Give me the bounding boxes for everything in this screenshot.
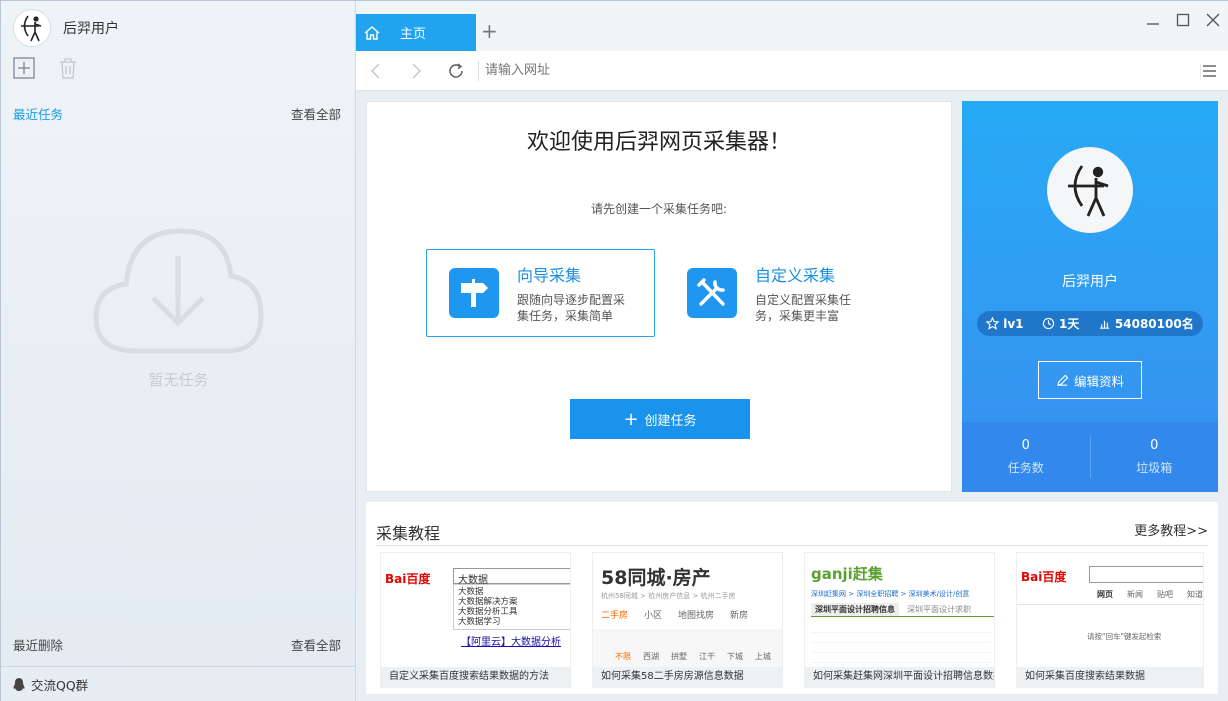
custom-collect-card[interactable]: 自定义采集 自定义配置采集任务，采集更丰富 <box>665 249 894 337</box>
tools-icon <box>687 268 737 318</box>
task-count-label: 任务数 <box>1007 461 1044 475</box>
close-icon[interactable] <box>1206 13 1220 27</box>
profile-footer: 0 任务数 0 垃圾箱 <box>962 422 1218 492</box>
cloud-download-icon <box>93 228 264 354</box>
plus-icon: + <box>623 408 639 430</box>
ganji-logo: ganji赶集 <box>811 565 883 583</box>
trash-count-cell[interactable]: 0 垃圾箱 <box>1091 422 1219 492</box>
tutorial-card[interactable]: ganji赶集 深圳赶集网 > 深圳全职招聘 > 深圳美术/设计/创意 深圳平面… <box>804 552 995 688</box>
profile-stats: lv1 1天 54080100名 <box>977 311 1203 336</box>
tutorial-caption: 如何采集百度搜索结果数据 <box>1017 667 1203 687</box>
welcome-title: 欢迎使用后羿网页采集器！ <box>526 130 791 155</box>
refresh-icon <box>449 62 463 78</box>
new-tab-button[interactable]: + <box>481 19 498 43</box>
baidu-logo: Bai百度 <box>1021 570 1067 584</box>
chevron-left-icon <box>370 62 380 79</box>
create-task-label: 创建任务 <box>644 413 697 429</box>
tutorial-caption: 自定义采集百度搜索结果数据的方法 <box>381 667 570 687</box>
empty-text: 暂无任务 <box>148 371 209 389</box>
tutorial-caption: 如何采集58二手房房源信息数据 <box>593 667 782 687</box>
tutorial-card[interactable]: Bai百度 大数据 大数据 大数据解决方案 大数据分析工具 大数据学习 【阿里云… <box>380 552 571 688</box>
main-area: 主页 + 欢迎使用后羿网页采集器！ <box>356 1 1228 701</box>
pencil-icon <box>1057 374 1069 386</box>
menu-icon[interactable] <box>1200 63 1216 79</box>
view-all-deleted-link[interactable]: 查看全部 <box>291 635 341 654</box>
rank-stat: 54080100名 <box>1098 315 1194 332</box>
recent-tasks-label: 最近任务 <box>13 107 64 122</box>
welcome-subtitle: 请先创建一个采集任务吧: <box>590 202 728 216</box>
url-input[interactable] <box>478 60 1168 81</box>
signpost-icon <box>449 268 499 318</box>
home-content: 欢迎使用后羿网页采集器！ 请先创建一个采集任务吧: 向导采集 跟随向导逐步配置采… <box>356 91 1228 701</box>
tab-bar: 主页 + <box>356 1 1228 51</box>
home-icon <box>364 25 380 40</box>
profile-panel: 后羿用户 lv1 1天 54080100名 编辑资料 0 任务数 0 垃圾箱 <box>962 101 1218 492</box>
trash-count: 0 <box>1150 438 1159 453</box>
level-stat: lv1 <box>986 317 1024 331</box>
address-bar <box>356 51 1228 91</box>
empty-state: 暂无任务 <box>91 226 266 390</box>
days-stat: 1天 <box>1042 315 1079 332</box>
profile-avatar[interactable] <box>1047 147 1133 233</box>
back-button[interactable] <box>356 62 396 79</box>
chevron-right-icon <box>412 62 422 79</box>
edit-profile-button[interactable]: 编辑资料 <box>1038 361 1142 399</box>
app-window: 后羿用户 最近任务 查看全部 暂无任务 最近删除 查看全部 交流QQ群 主页 +… <box>0 0 1228 701</box>
create-task-button[interactable]: + 创建任务 <box>570 399 750 439</box>
task-count-cell[interactable]: 0 任务数 <box>962 422 1090 492</box>
tutorial-caption: 如何采集赶集网深圳平面设计招聘信息数据 <box>805 667 994 687</box>
refresh-button[interactable] <box>436 62 476 80</box>
user-row[interactable]: 后羿用户 <box>13 9 119 47</box>
star-icon <box>986 317 1000 330</box>
trash-icon[interactable] <box>57 57 79 79</box>
tutorial-card[interactable]: Bai百度 网页 新闻 贴吧 知道 请按"回车"键发起检索 如何采集百度搜索结果… <box>1016 552 1204 688</box>
archer-icon <box>1068 165 1109 217</box>
forward-button[interactable] <box>396 62 436 79</box>
tutorial-panel: 采集教程 更多教程>> Bai百度 大数据 大数据 大数据解决方案 大数据分析工… <box>366 502 1218 694</box>
qq-icon <box>13 677 25 691</box>
custom-collect-desc: 自定义配置采集任务，采集更丰富 <box>755 293 852 323</box>
baidu-logo: Bai百度 <box>385 572 431 586</box>
profile-name: 后羿用户 <box>1062 274 1118 290</box>
recent-deleted-header: 最近删除 查看全部 <box>13 635 341 654</box>
minimize-icon[interactable] <box>1146 13 1160 27</box>
avatar[interactable] <box>13 9 51 47</box>
tutorial-title: 采集教程 <box>376 524 441 543</box>
add-task-icon[interactable] <box>13 57 35 79</box>
recent-tasks-header: 最近任务 查看全部 <box>13 104 341 123</box>
clock-icon <box>1042 317 1055 330</box>
more-tutorials-link[interactable]: 更多教程>> <box>1134 520 1208 539</box>
sidebar-toolbar <box>13 57 79 79</box>
wizard-collect-card[interactable]: 向导采集 跟随向导逐步配置采集任务，采集简单 <box>426 249 655 337</box>
view-all-tasks-link[interactable]: 查看全部 <box>291 104 341 123</box>
qq-group-label: 交流QQ群 <box>31 678 89 693</box>
trash-count-label: 垃圾箱 <box>1136 461 1173 475</box>
archer-icon <box>21 15 42 42</box>
custom-collect-title: 自定义采集 <box>755 266 836 285</box>
tab-home-label: 主页 <box>400 27 427 42</box>
rank-icon <box>1099 320 1110 329</box>
maximize-icon[interactable] <box>1176 13 1190 27</box>
tutorial-card[interactable]: 58同城·房产 杭州58同城 > 杭州房产信息 > 杭州二手房 二手房 小区 地… <box>592 552 783 688</box>
wizard-collect-desc: 跟随向导逐步配置采集任务，采集简单 <box>517 293 626 323</box>
58-logo: 58同城·房产 <box>601 567 711 589</box>
welcome-panel: 欢迎使用后羿网页采集器！ 请先创建一个采集任务吧: 向导采集 跟随向导逐步配置采… <box>366 101 952 492</box>
wizard-collect-title: 向导采集 <box>517 266 582 285</box>
tab-home[interactable]: 主页 <box>356 14 476 51</box>
username: 后羿用户 <box>63 21 119 37</box>
sidebar: 后羿用户 最近任务 查看全部 暂无任务 最近删除 查看全部 交流QQ群 <box>1 1 356 701</box>
qq-group-link[interactable]: 交流QQ群 <box>1 666 355 701</box>
task-count: 0 <box>1021 438 1030 453</box>
window-controls <box>1146 13 1220 27</box>
recent-deleted-label: 最近删除 <box>13 638 64 653</box>
